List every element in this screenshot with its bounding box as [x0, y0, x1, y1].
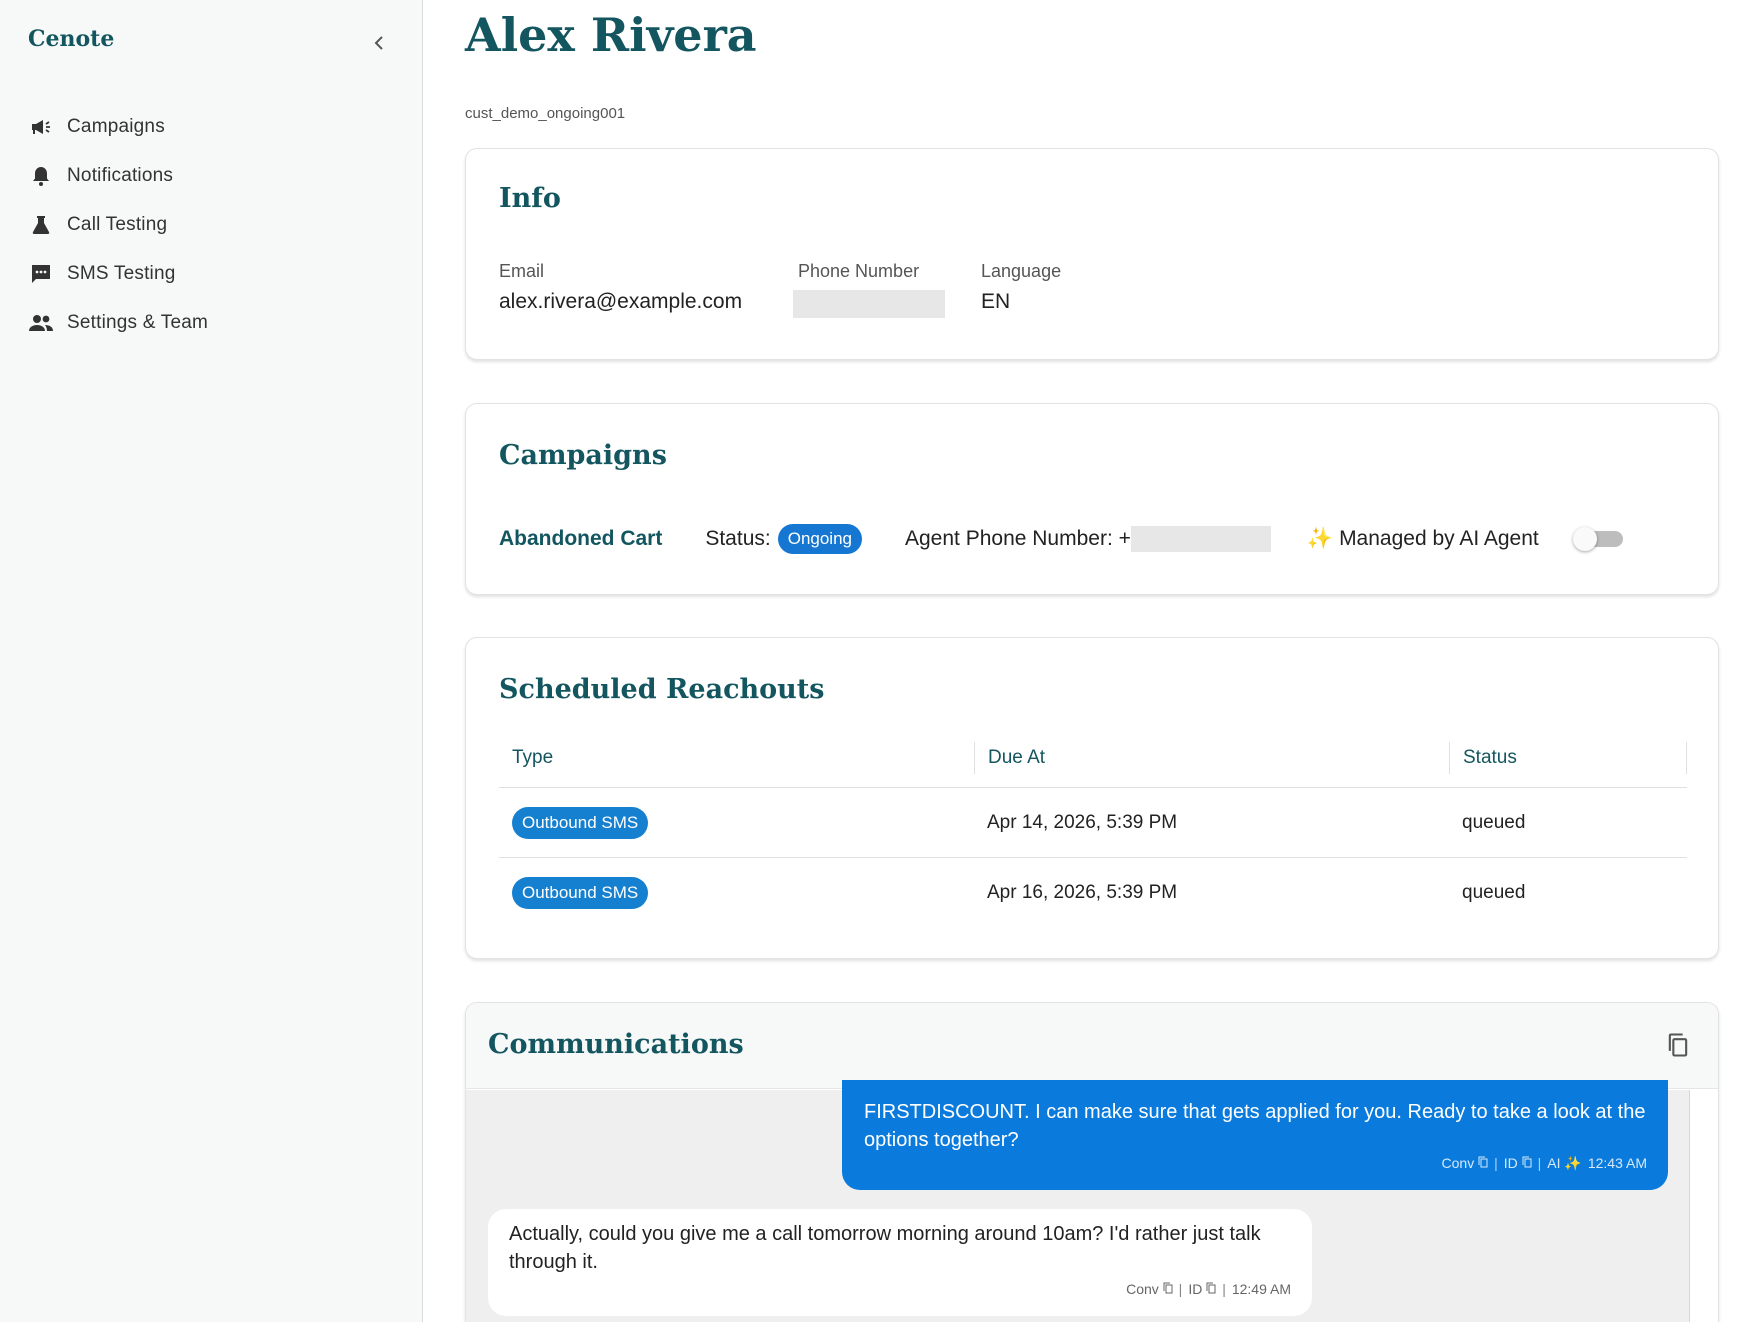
- info-card: Info Email alex.rivera@example.com Phone…: [465, 148, 1719, 360]
- sidebar-item-campaigns[interactable]: Campaigns: [28, 102, 398, 151]
- due-at-cell: Apr 16, 2026, 5:39 PM: [987, 882, 1178, 903]
- column-header-status[interactable]: Status: [1449, 741, 1687, 774]
- sidebar-item-label: Notifications: [67, 164, 174, 186]
- meta-separator: |: [1178, 1281, 1183, 1297]
- message-thread[interactable]: FIRSTDISCOUNT. I can make sure that gets…: [466, 1080, 1690, 1322]
- bell-icon: [28, 163, 54, 189]
- message-meta: Conv | ID | AI ✨ 12:43 AM: [1442, 1149, 1647, 1177]
- sidebar-item-call-testing[interactable]: Call Testing: [28, 200, 398, 249]
- ai-badge: AI ✨: [1547, 1155, 1582, 1171]
- copy-icon: [1206, 1282, 1216, 1294]
- table-row[interactable]: Outbound SMS Apr 16, 2026, 5:39 PM queue…: [499, 858, 1687, 928]
- campaign-row: Abandoned Cart Status: Ongoing Agent Pho…: [499, 519, 1699, 559]
- campaign-name-link[interactable]: Abandoned Cart: [499, 527, 662, 551]
- collapse-sidebar-button[interactable]: [364, 28, 394, 58]
- managed-by-ai-toggle[interactable]: [1572, 527, 1625, 551]
- type-cell: Outbound SMS: [499, 806, 974, 839]
- sidebar-item-label: SMS Testing: [67, 262, 176, 284]
- redacted-agent-phone: [1130, 526, 1271, 552]
- type-badge: Outbound SMS: [512, 877, 649, 909]
- language-field: Language EN: [981, 261, 1061, 314]
- email-label: Email: [499, 261, 545, 281]
- scheduled-reachouts-card: Scheduled Reachouts Type Due At Status O…: [465, 637, 1719, 959]
- agent-phone-label: Agent Phone Number: +: [905, 527, 1131, 550]
- type-cell: Outbound SMS: [499, 877, 974, 909]
- meta-separator: |: [1537, 1155, 1542, 1171]
- id-copy-link[interactable]: ID: [1188, 1275, 1216, 1303]
- phone-label: Phone Number: [798, 261, 920, 281]
- type-badge: Outbound SMS: [512, 806, 649, 839]
- outbound-message-bubble: FIRSTDISCOUNT. I can make sure that gets…: [842, 1080, 1668, 1190]
- chat-icon: [28, 261, 54, 287]
- sidebar-item-settings-team[interactable]: Settings & Team: [28, 298, 398, 347]
- redacted-phone: [793, 290, 945, 318]
- email-field: Email alex.rivera@example.com: [499, 261, 742, 314]
- language-label: Language: [981, 261, 1062, 281]
- reachouts-title: Scheduled Reachouts: [499, 674, 825, 705]
- campaigns-card: Campaigns Abandoned Cart Status: Ongoing…: [465, 403, 1719, 595]
- sidebar-item-label: Settings & Team: [67, 311, 209, 333]
- copy-icon: [1522, 1156, 1532, 1168]
- sidebar: Cenote Campaigns Notifications Call Test…: [0, 0, 423, 1322]
- brand-logo[interactable]: Cenote: [28, 26, 114, 52]
- copy-conversation-button[interactable]: [1664, 1031, 1694, 1061]
- page-title: Alex Rivera: [465, 8, 757, 62]
- info-title: Info: [499, 183, 561, 214]
- inbound-message-bubble: Actually, could you give me a call tomor…: [488, 1209, 1312, 1316]
- table-header: Type Due At Status: [499, 728, 1687, 788]
- message-time: 12:43 AM: [1587, 1155, 1647, 1171]
- megaphone-icon: [28, 114, 54, 140]
- table-row[interactable]: Outbound SMS Apr 14, 2026, 5:39 PM queue…: [499, 788, 1687, 858]
- flask-icon: [28, 212, 54, 238]
- sparkle-icon: ✨: [1306, 527, 1334, 550]
- id-copy-link[interactable]: ID: [1504, 1149, 1532, 1177]
- status-badge: Ongoing: [777, 524, 862, 554]
- chevron-left-icon: [374, 36, 383, 50]
- conv-copy-link[interactable]: Conv: [1126, 1275, 1173, 1303]
- copy-icon: [1478, 1156, 1488, 1168]
- sidebar-item-notifications[interactable]: Notifications: [28, 151, 398, 200]
- customer-id: cust_demo_ongoing001: [465, 105, 626, 122]
- message-text: FIRSTDISCOUNT. I can make sure that gets…: [864, 1101, 1646, 1151]
- reachouts-table: Type Due At Status Outbound SMS Apr 14, …: [499, 728, 1687, 928]
- column-header-type[interactable]: Type: [499, 742, 974, 774]
- sidebar-nav: Campaigns Notifications Call Testing SMS…: [28, 102, 398, 347]
- sidebar-item-label: Call Testing: [67, 213, 168, 235]
- managed-by-ai-text: Managed by AI Agent: [1339, 527, 1539, 550]
- status-cell: queued: [1462, 882, 1526, 903]
- status-cell: queued: [1462, 811, 1526, 833]
- copy-icon: [1163, 1282, 1173, 1294]
- message-meta: Conv | ID | 12:49 AM: [1126, 1275, 1291, 1303]
- message-text: Actually, could you give me a call tomor…: [509, 1223, 1261, 1273]
- status-label: Status:: [705, 527, 771, 550]
- due-at-cell: Apr 14, 2026, 5:39 PM: [987, 811, 1178, 833]
- managed-by-ai-label: ✨ Managed by AI Agent: [1307, 527, 1539, 551]
- copy-icon: [1668, 1033, 1688, 1057]
- meta-separator: |: [1222, 1281, 1226, 1297]
- phone-field: Phone Number: [793, 261, 945, 324]
- column-header-due-at[interactable]: Due At: [974, 741, 1449, 774]
- sidebar-item-label: Campaigns: [67, 115, 165, 137]
- communications-title: Communications: [488, 1029, 744, 1060]
- toggle-thumb: [1572, 527, 1597, 551]
- communications-card: Communications FIRSTDISCOUNT. I can make…: [465, 1002, 1719, 1322]
- conv-copy-link[interactable]: Conv: [1442, 1149, 1489, 1177]
- campaigns-title: Campaigns: [499, 440, 667, 471]
- sidebar-item-sms-testing[interactable]: SMS Testing: [28, 249, 398, 298]
- meta-separator: |: [1494, 1155, 1498, 1171]
- people-icon: [28, 310, 54, 336]
- communications-header: Communications: [466, 1003, 1718, 1089]
- language-value: EN: [981, 290, 1011, 313]
- email-value: alex.rivera@example.com: [499, 290, 743, 313]
- message-time: 12:49 AM: [1231, 1281, 1291, 1297]
- phone-value: [793, 290, 945, 324]
